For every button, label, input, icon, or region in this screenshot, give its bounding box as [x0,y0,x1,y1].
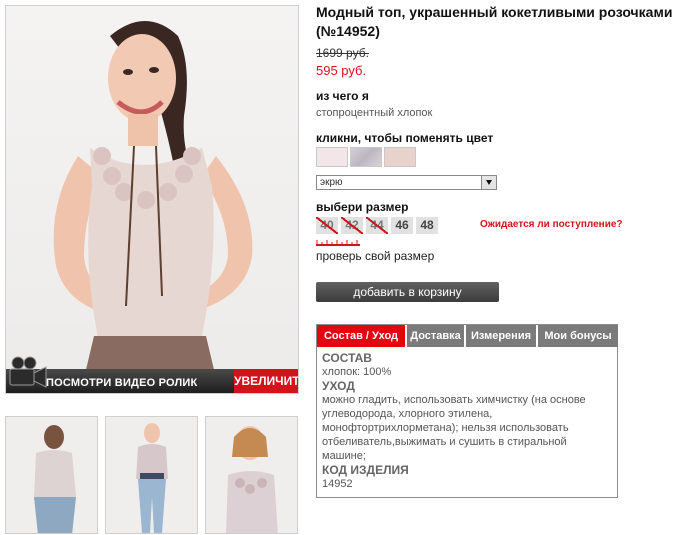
add-to-cart-button[interactable]: добавить в корзину [316,282,499,302]
thumbnail-back-view[interactable] [5,416,98,534]
care-value: можно гладить, использовать химчистку (н… [322,394,586,462]
color-swatch-2[interactable] [350,147,382,167]
thumbnail-image [6,417,97,533]
zoom-button[interactable]: УВЕЛИЧИТЬ [234,369,298,393]
color-swatch-3[interactable] [384,147,416,167]
old-price: 1699 руб. [316,46,369,60]
composition-heading: СОСТАВ [322,351,372,365]
code-heading: КОД ИЗДЕЛИЯ [322,463,409,477]
tab-composition-care[interactable]: Состав / Уход [317,325,406,347]
color-swatch-1[interactable] [316,147,348,167]
thumbnail-image [106,417,197,533]
thumbnail-image [206,417,297,533]
material-heading: из чего я [316,89,369,103]
composition-value: хлопок: 100% [322,366,392,378]
color-select[interactable]: экрю [316,175,497,190]
availability-link[interactable]: Ожидается ли поступление? [480,219,623,230]
tab-delivery[interactable]: Доставка [407,325,465,347]
color-select-value: экрю [320,177,343,188]
check-size-link[interactable]: проверь свой размер [316,249,434,263]
size-option-40: 40 [316,217,338,234]
size-option-48[interactable]: 48 [416,217,438,234]
color-heading: кликни, чтобы поменять цвет [316,131,494,145]
watch-video-link[interactable]: ПОСМОТРИ ВИДЕО РОЛИК [46,377,197,389]
size-heading: выбери размер [316,200,409,214]
model-photo [53,21,253,393]
thumbnail-front-full[interactable] [105,416,198,534]
tab-content: СОСТАВ хлопок: 100% УХОД можно гладить, … [322,351,612,491]
sale-price: 595 руб. [316,63,367,78]
tab-my-bonuses[interactable]: Мои бонусы [538,325,618,347]
size-option-46[interactable]: 46 [391,217,413,234]
tab-measurements[interactable]: Измерения [466,325,537,347]
size-option-44: 44 [366,217,388,234]
size-option-42: 42 [341,217,363,234]
code-value: 14952 [322,478,353,490]
main-product-photo[interactable]: ПОСМОТРИ ВИДЕО РОЛИК УВЕЛИЧИТЬ [5,5,299,394]
info-tabs: Состав / Уход Доставка Измерения Мои бон… [316,324,618,498]
care-heading: УХОД [322,379,355,393]
thumbnail-front-closeup[interactable] [205,416,298,534]
chevron-down-icon[interactable] [481,176,496,189]
video-camera-icon[interactable] [8,355,48,391]
ruler-icon[interactable] [316,240,360,246]
material-value: стопроцентный хлопок [316,107,433,119]
product-title: Модный топ, украшенный кокетливыми розоч… [316,4,673,39]
